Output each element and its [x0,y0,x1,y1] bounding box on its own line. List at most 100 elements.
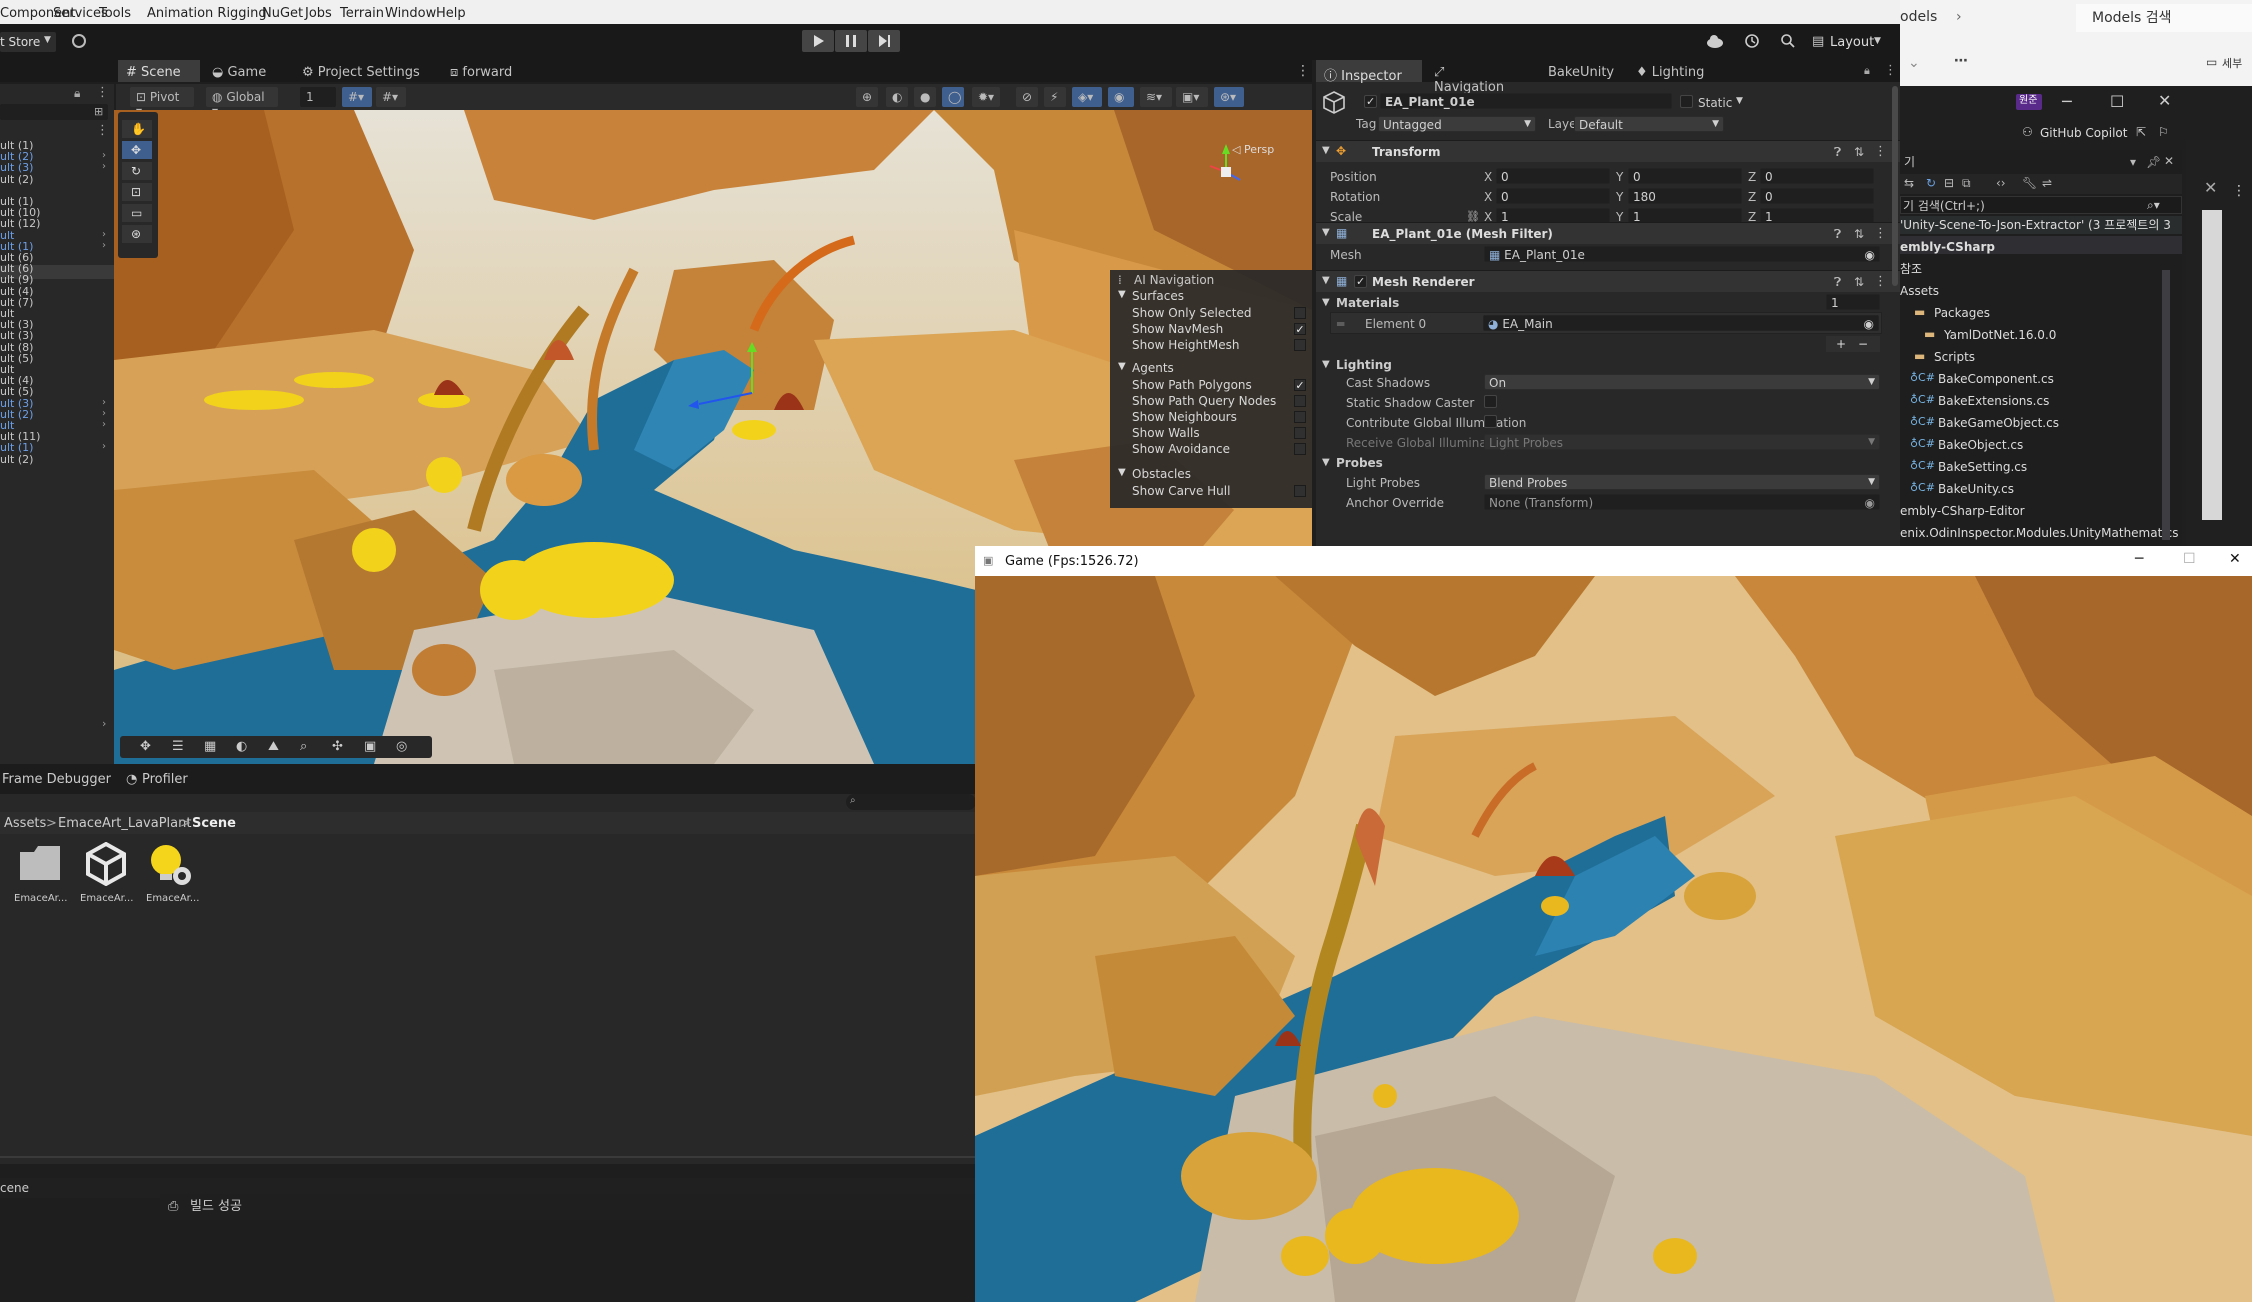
tab-inspector[interactable]: ⓘ Inspector [1316,60,1422,84]
foldout-arrow-icon[interactable]: ▼ [1118,290,1126,300]
chevron-right-icon[interactable]: › [102,240,106,251]
show-all-icon[interactable]: ⧉ [1962,177,1971,189]
hierarchy-row[interactable]: ult (9) [0,274,114,285]
object-picker-icon[interactable]: ◉ [1865,248,1875,262]
fx-toggle[interactable]: ⚡ [1044,87,1066,107]
hierarchy-row[interactable]: ult (1) › [0,442,114,454]
tab-scene[interactable]: # Scene [118,60,200,82]
pause-button[interactable] [835,30,867,52]
tab-navigation[interactable]: ⤢ Navigation [1426,60,1526,95]
object-name-input[interactable]: EA_Plant_01e [1380,93,1672,109]
grid-icon[interactable]: ▦ [204,740,216,753]
mesh-object-field[interactable]: ▦ EA_Plant_01e ◉ [1484,246,1880,262]
tab-lighting[interactable]: ♦ Lighting [1628,60,1714,82]
chevron-right-icon[interactable]: › [102,397,106,408]
hierarchy-row[interactable]: ult (8) [0,342,114,353]
tab-forward[interactable]: ⧈ forward [442,60,532,82]
search-filter-icon[interactable]: ⊞ [94,106,103,117]
chevron-right-icon[interactable]: › [102,408,106,419]
remove-icon[interactable]: − [1858,338,1868,350]
constrain-proportions-icon[interactable]: ⛓ [1466,211,1480,222]
add-icon[interactable]: + [1836,338,1846,350]
chevron-right-icon[interactable]: › [102,420,106,430]
foldout-arrow-icon[interactable]: ▼ [1322,298,1330,308]
nav-option-checkbox[interactable]: ✓ [1294,323,1306,335]
preview-icon[interactable]: ⇌ [2042,177,2052,189]
nav-option-row[interactable]: Show HeightMesh [1110,338,1312,353]
nav-option-checkbox[interactable] [1294,307,1306,319]
scale-tool-button[interactable]: ⊡ [122,183,152,201]
solution-tree-item[interactable]: ▬ YamlDotNet.16.0.0 [1900,326,2182,344]
nav-option-checkbox[interactable] [1294,411,1306,423]
vs-tab-models[interactable]: odels [1900,10,1937,24]
rect-tool-button[interactable]: ▭ [122,204,152,222]
hierarchy-row[interactable]: ult (2) › [0,408,114,420]
menu-jobs[interactable]: Jobs [305,6,332,21]
overlay-drag-icon[interactable]: ⁞ [1118,274,1122,286]
nav-option-checkbox[interactable] [1294,339,1306,351]
layer-dropdown[interactable]: Default ▼ [1574,116,1724,132]
layout-dropdown[interactable]: ▤ Layout ▼ [1812,32,1884,52]
static-shadow-checkbox[interactable] [1484,395,1497,408]
camera-dropdown[interactable]: ▣▾ [1176,87,1208,107]
minimize-icon[interactable]: ─ [2062,94,2072,110]
more-options-icon[interactable]: ⋮ [1296,64,1310,78]
sync-icon[interactable]: ⇆ [1904,177,1914,189]
solution-tree-item[interactable]: embly-CSharp-Editor [1900,502,2182,520]
light-probes-dropdown[interactable]: Blend Probes ▼ [1484,474,1880,490]
object-picker-icon[interactable]: ◉ [1865,496,1875,510]
tab-profiler[interactable]: Profiler [142,773,188,786]
hierarchy-row[interactable]: ult (3) › [0,162,114,174]
lighting-toggle[interactable]: ✹▾ [972,87,1000,107]
help-icon[interactable]: ❓︎ [1834,228,1841,240]
shading-solid-button[interactable]: ● [914,87,936,107]
scrollbar-track[interactable] [2202,210,2222,520]
tab-game[interactable]: ◒ Game [204,60,286,82]
inspector-scrollbar[interactable] [1892,86,1898,286]
tab-project-settings[interactable]: ⚙ Project Settings [294,60,434,82]
collapse-icon[interactable]: ⊟ [1944,177,1954,189]
help-icon[interactable]: ❓︎ [1834,146,1841,158]
increment-snap-toggle[interactable]: #▾ [376,87,406,107]
camera-icon[interactable]: ▣ [364,740,376,753]
cloud-icon[interactable] [1706,34,1724,48]
more-options-icon[interactable]: ⋮ [1874,275,1887,288]
chevron-right-icon[interactable]: › [102,718,106,729]
user-avatar[interactable]: 원준 [2016,94,2042,110]
drag-handle-icon[interactable]: ═ [1337,318,1344,330]
nav-option-checkbox[interactable] [1294,395,1306,407]
hierarchy-row[interactable]: ult (2) [0,174,114,185]
more-options-icon[interactable]: ⋮ [2232,184,2246,198]
close-icon[interactable]: ✕ [2164,155,2174,167]
solution-tree-item[interactable]: enix.OdinInspector.Modules.UnityMathemat… [1900,524,2182,542]
pivot-dropdown[interactable]: ⊡ Pivot ▾ [130,87,194,118]
nav-option-row[interactable]: Show Carve Hull [1110,484,1312,499]
foldout-arrow-icon[interactable]: ▼ [1322,458,1330,468]
transform-tool-button[interactable]: ⊛ [122,225,152,243]
preset-icon[interactable]: ⇅ [1854,228,1864,240]
solution-tree-item[interactable]: embly-CSharp [1900,238,2182,256]
breadcrumb-assets[interactable]: Assets [4,817,46,830]
nav-option-row[interactable]: Show NavMesh ✓ [1110,322,1312,337]
step-button[interactable] [868,30,900,52]
position-z-input[interactable]: 0 [1760,168,1874,184]
menu-animation-rigging[interactable]: Animation Rigging [147,6,267,21]
solution-tree-item[interactable]: ♁C# BakeExtensions.cs [1900,392,2182,410]
play-button[interactable] [802,30,834,52]
preset-icon[interactable]: ⇅ [1854,146,1864,158]
visibility-toggle[interactable]: ◉ [1108,87,1134,107]
rotate-tool-button[interactable]: ↻ [122,162,152,180]
maximize-icon[interactable]: ☐ [2183,552,2196,566]
cast-shadows-dropdown[interactable]: On ▼ [1484,374,1880,390]
zoom-icon[interactable]: ⌕ [300,740,307,753]
nav-option-checkbox[interactable] [1294,443,1306,455]
foldout-arrow-icon[interactable]: ▼ [1118,468,1126,478]
asset-tile[interactable]: EmaceAr... [10,842,70,912]
feedback-icon[interactable]: ⚐ [2158,126,2169,138]
rotation-x-input[interactable]: 0 [1496,188,1610,204]
align-icon[interactable]: ☰ [172,740,184,753]
hierarchy-row[interactable]: ult (4) [0,286,114,297]
vs-detail-label[interactable]: 세부 [2222,58,2242,69]
solution-scrollbar[interactable] [2162,270,2170,540]
audio-toggle[interactable]: ⊘ [1016,87,1038,107]
